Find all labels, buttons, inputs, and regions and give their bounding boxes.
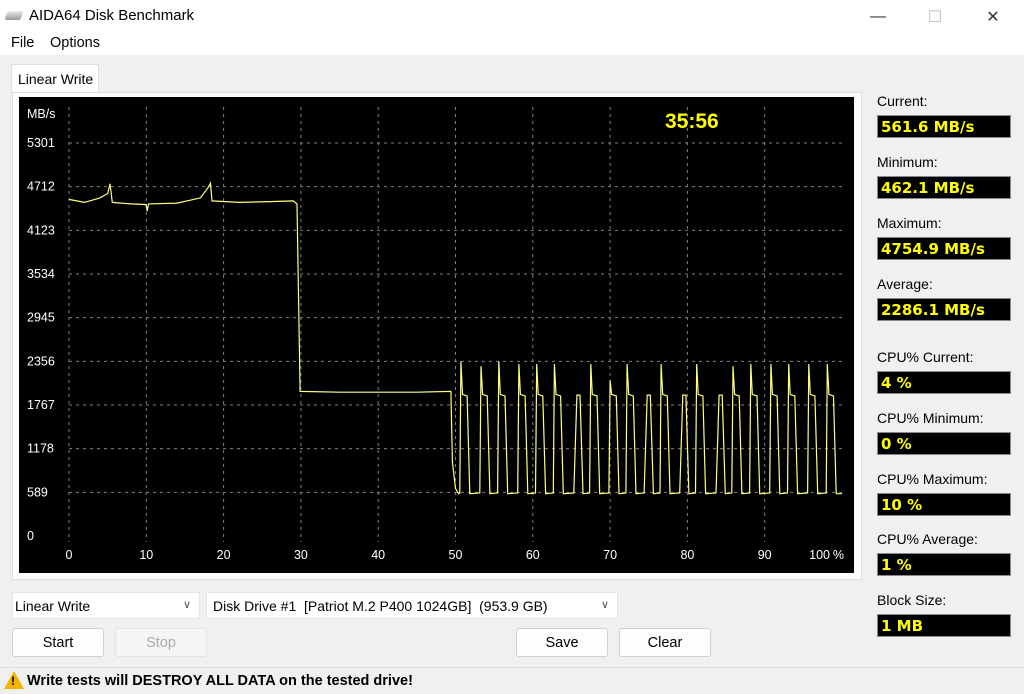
chevron-down-icon: ∨ <box>182 599 191 611</box>
stat-label: Minimum: <box>877 154 938 170</box>
status-bar: ! Write tests will DESTROY ALL DATA on t… <box>0 667 1024 694</box>
window-title: AIDA64 Disk Benchmark <box>29 7 195 24</box>
y-tick-label: 2356 <box>27 354 55 368</box>
drive-value: Disk Drive #1 [Patriot M.2 P400 1024GB] … <box>213 598 548 614</box>
stat-label: CPU% Current: <box>877 349 974 365</box>
x-tick-label: 90 <box>758 548 772 562</box>
title-bar: AIDA64 Disk Benchmark — ☐ ✕ <box>0 0 1024 33</box>
stat-value: 561.6 MB/s <box>877 115 1011 138</box>
stat-value: 1 % <box>877 553 1011 576</box>
start-button[interactable]: Start <box>12 628 104 657</box>
x-unit-label: % <box>833 548 844 562</box>
y-tick-label: 2945 <box>27 311 55 325</box>
stat-label: Block Size: <box>877 592 947 608</box>
x-tick-label: 30 <box>294 548 308 562</box>
y-tick-label: 4712 <box>27 180 55 194</box>
stat-value: 462.1 MB/s <box>877 176 1011 199</box>
x-tick-label: 20 <box>217 548 231 562</box>
y-tick-label: 1178 <box>27 442 54 456</box>
save-button[interactable]: Save <box>516 628 608 657</box>
stat-value: 2286.1 MB/s <box>877 298 1011 321</box>
stat-label: CPU% Minimum: <box>877 410 984 426</box>
stat-label: Average: <box>877 276 933 292</box>
stat-value: 1 MB <box>877 614 1011 637</box>
y-tick-label: 5301 <box>27 136 55 150</box>
chevron-down-icon: ∨ <box>600 599 609 611</box>
clear-button[interactable]: Clear <box>619 628 711 657</box>
tab-linear-write[interactable]: Linear Write <box>11 64 99 93</box>
x-tick-label: 10 <box>139 548 153 562</box>
x-tick-label: 40 <box>371 548 385 562</box>
y-tick-label: 4123 <box>27 223 55 237</box>
warning-icon: ! <box>4 671 24 689</box>
y-axis-label: MB/s <box>27 107 55 121</box>
test-type-select[interactable]: Linear Write ∨ <box>12 592 200 619</box>
x-tick-label: 70 <box>603 548 617 562</box>
y-tick-label: 1767 <box>27 398 55 412</box>
y-tick-label: 589 <box>27 485 48 499</box>
stat-label: Current: <box>877 93 928 109</box>
test-type-value: Linear Write <box>15 598 91 614</box>
menu-options[interactable]: Options <box>50 35 100 51</box>
minimize-button[interactable]: — <box>855 0 901 33</box>
x-tick-label: 60 <box>526 548 540 562</box>
disk-app-icon <box>4 11 24 20</box>
close-button[interactable]: ✕ <box>970 0 1016 33</box>
menu-bar: File Options <box>0 33 1024 55</box>
benchmark-chart: 0 589 1178 1767 2356 2945 3534 4123 4712 5301 0 10… <box>19 97 854 573</box>
x-tick-label: 0 <box>66 548 73 562</box>
warning-text: Write tests will DESTROY ALL DATA on the… <box>27 673 413 689</box>
stat-label: CPU% Average: <box>877 531 978 547</box>
stat-value: 4754.9 MB/s <box>877 237 1011 260</box>
y-tick-label: 0 <box>27 529 34 543</box>
elapsed-timer: 35:56 <box>665 110 719 133</box>
stat-label: Maximum: <box>877 215 942 231</box>
stat-value: 10 % <box>877 493 1011 516</box>
x-tick-label: 80 <box>680 548 694 562</box>
chart-svg: 0 589 1178 1767 2356 2945 3534 4123 4712 5301 0 10… <box>27 107 844 562</box>
x-tick-label: 100 <box>809 548 830 562</box>
stat-value: 0 % <box>877 432 1011 455</box>
y-tick-label: 3534 <box>27 267 55 281</box>
stop-button[interactable]: Stop <box>115 628 207 657</box>
stat-label: CPU% Maximum: <box>877 471 988 487</box>
drive-select[interactable]: Disk Drive #1 [Patriot M.2 P400 1024GB] … <box>206 592 618 619</box>
menu-file[interactable]: File <box>11 35 34 51</box>
stat-value: 4 % <box>877 371 1011 394</box>
maximize-button[interactable]: ☐ <box>912 0 958 33</box>
x-tick-label: 50 <box>449 548 463 562</box>
